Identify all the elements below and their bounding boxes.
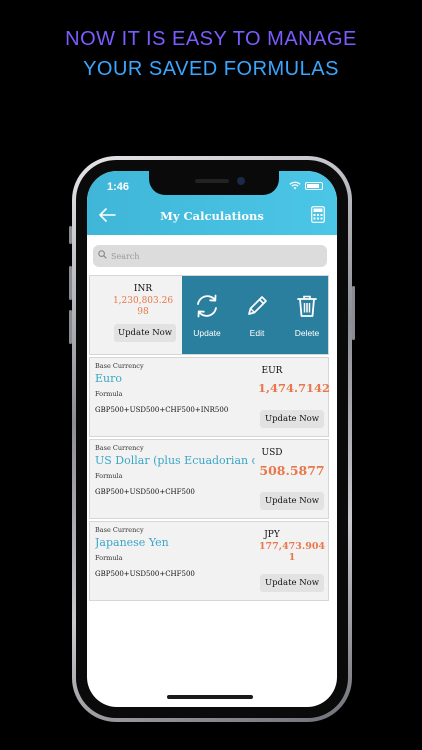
base-currency-label: Base Currency [95, 362, 144, 370]
volume-up-button [69, 266, 72, 300]
update-now-button[interactable]: Update Now [260, 492, 324, 510]
speaker-grille [195, 179, 229, 183]
currency-code: EUR [261, 366, 283, 376]
converted-amount: 177,473.904 1 [258, 541, 326, 563]
converted-amount: 1,230,803.26 98 [112, 296, 174, 317]
delete-action-label: Delete [294, 328, 320, 338]
mute-switch [69, 226, 72, 244]
formula-text: GBP500+USD500+CHF500 [95, 570, 195, 578]
phone-bezel: 1:46 My Calculations Search INR 1,230,80… [76, 160, 348, 718]
update-now-button[interactable]: Update Now [260, 574, 324, 592]
page-title: My Calculations [160, 209, 264, 223]
update-action-label: Update [193, 328, 221, 338]
base-currency-label: Base Currency [95, 526, 144, 534]
update-now-button[interactable]: Update Now [260, 410, 324, 428]
refresh-icon [197, 294, 217, 318]
update-now-button[interactable]: Update Now [114, 324, 176, 342]
status-time: 1:46 [107, 181, 130, 193]
promo-headline-line1: NOW IT IS EASY TO MANAGE [65, 28, 357, 50]
update-action-button[interactable]: Update [182, 276, 232, 354]
search-input[interactable] [111, 245, 321, 267]
formula-label: Formula [95, 554, 123, 562]
edit-action-label: Edit [249, 328, 265, 338]
phone-frame: 1:46 My Calculations Search INR 1,230,80… [69, 156, 355, 722]
converted-amount: 508.5877 [259, 463, 325, 478]
formula-text: GBP500+USD500+CHF500+INR500 [95, 406, 229, 414]
front-camera [237, 177, 245, 185]
list-item[interactable]: Base Currency Euro Formula GBP500+USD500… [89, 357, 331, 437]
converted-amount: 1,474.7142 [258, 381, 331, 395]
power-button [352, 286, 355, 340]
pencil-icon [248, 296, 267, 315]
wifi-icon [289, 181, 301, 190]
formula-text: GBP500+USD500+CHF500 [95, 488, 195, 496]
currency-code: USD [261, 448, 283, 458]
list-item[interactable]: Base Currency US Dollar (plus Ecuadorian… [89, 439, 329, 519]
search-icon [98, 250, 107, 259]
edit-action-button[interactable]: Edit [232, 276, 282, 354]
volume-down-button [69, 310, 72, 344]
status-icons [289, 181, 323, 190]
battery-icon [305, 181, 323, 190]
device-notch [149, 171, 279, 195]
home-indicator[interactable] [167, 695, 253, 699]
base-currency-label: Base Currency [95, 444, 144, 452]
delete-action-button[interactable]: Delete [282, 276, 328, 354]
formula-label: Formula [95, 472, 123, 480]
currency-name: Euro [95, 372, 122, 385]
swipe-actions: Update Edit Delete [182, 276, 328, 354]
list-item-swiped[interactable]: INR 1,230,803.26 98 Update Now Update Ed… [89, 275, 329, 355]
currency-name: US Dollar (plus Ecuadorian ce... [95, 454, 255, 467]
trash-icon [297, 295, 317, 317]
list-item[interactable]: Base Currency Japanese Yen Formula GBP50… [89, 521, 329, 601]
calculator-icon[interactable] [311, 206, 325, 223]
currency-code: JPY [264, 530, 280, 540]
promo-headline-line2: YOUR SAVED FORMULAS [83, 58, 339, 80]
currency-name: Japanese Yen [95, 536, 169, 549]
currency-code: INR [133, 284, 153, 294]
formula-label: Formula [95, 390, 123, 398]
search-bar[interactable] [93, 245, 327, 267]
app-screen: 1:46 My Calculations Search INR 1,230,80… [87, 171, 337, 707]
